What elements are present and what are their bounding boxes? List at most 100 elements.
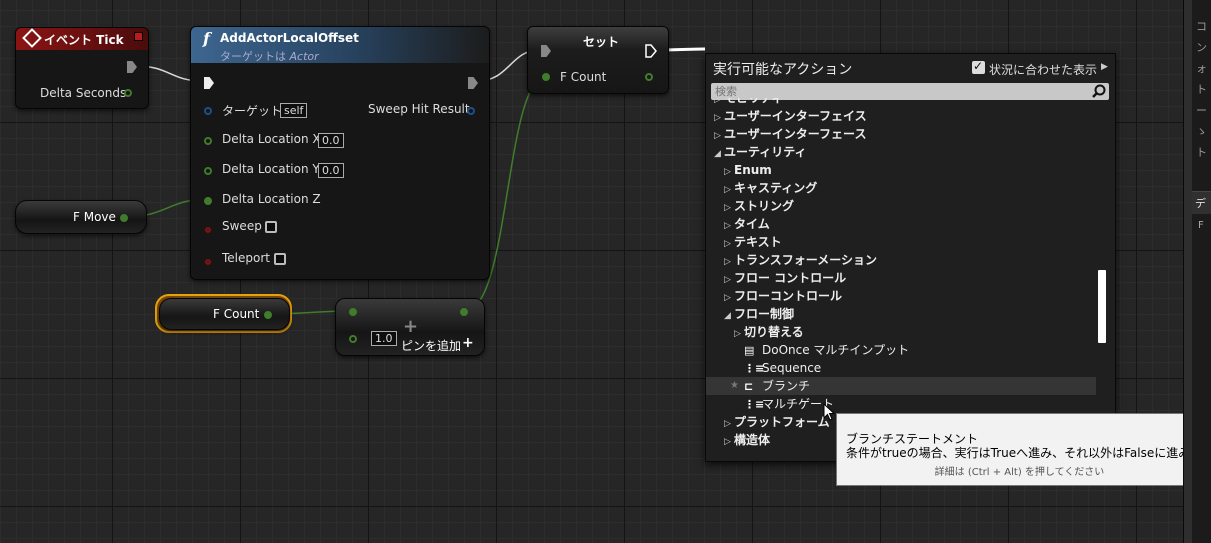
action-tree-item[interactable]: ◢ フロー制御 [706,305,1096,323]
exec-out-pin[interactable] [468,77,478,89]
teleport-pin[interactable] [205,259,211,265]
action-tree-item[interactable]: ▷ フロー コントロール [706,269,1096,287]
sweep-checkbox[interactable] [265,221,277,233]
action-menu-title: 実行可能なアクション [713,62,853,78]
panel-splitter[interactable] [1184,0,1192,543]
panel-section-label: デ [1195,197,1206,210]
action-tree-item[interactable]: ◢ ユーティリティ [706,143,1096,161]
favorite-star-icon[interactable]: ★ [730,377,739,395]
set-node[interactable]: セット F Count [527,26,669,94]
f-count-getter-node[interactable]: F Count [159,298,290,330]
action-tree-item-label: タイム [734,217,770,231]
delta-y-label: Delta Location Y [222,162,320,176]
action-menu[interactable]: 実行可能なアクション 状況に合わせた表示 ▶ ▷モビリティ▷ユーザーインターフェ… [705,53,1116,462]
add-actor-local-offset-node[interactable]: f AddActorLocalOffset ターゲットは Actor ターゲット… [190,26,490,280]
action-tree-item-label: ユーザーインターフェイス [724,109,867,123]
node-type-icon: ⋮≡ [744,398,765,411]
target-pin[interactable] [204,107,212,115]
action-tree-item-label: モビリティ [724,98,784,105]
action-tree-item[interactable]: ⋮≡マルチゲート [706,395,1096,413]
teleport-checkbox[interactable] [274,253,286,265]
exec-out-pin[interactable] [127,61,137,73]
delta-x-pin[interactable] [204,137,212,145]
f-count-getter-out-pin[interactable] [264,311,272,319]
f-count-in-pin[interactable] [542,73,550,81]
panel-char: ト [1196,146,1207,159]
panel-section-sub: F [1198,220,1204,231]
add-float-node[interactable]: + 1.0 ピンを追加 + [335,298,485,356]
mouse-cursor-icon [823,403,835,421]
delta-y-value[interactable]: 0.0 [318,163,344,178]
action-tree-item[interactable]: ⋮≡Sequence [706,359,1096,377]
delta-y-pin[interactable] [204,167,212,175]
panel-char: ゝ [1196,125,1207,138]
add-offset-subtitle: ターゲットは Actor [220,50,319,63]
action-tree-item[interactable]: ▷ トランスフォーメーション [706,251,1096,269]
delegate-pin-icon[interactable] [134,32,143,41]
action-tree-item[interactable]: ★ ⊏ ブランチ [706,377,1096,395]
sweep-hit-result-pin[interactable] [467,107,475,115]
action-tree-item-label: ユーティリティ [724,145,807,159]
function-icon: f [203,29,210,48]
delta-x-value[interactable]: 0.0 [318,133,344,148]
add-offset-header: f AddActorLocalOffset ターゲットは Actor [191,27,489,63]
action-tree-item[interactable]: ▷ フローコントロール [706,287,1096,305]
add-pin-plus-icon[interactable]: + [462,335,474,351]
action-tree-item-label: 切り替える [744,325,804,339]
collapsed-arrow-icon[interactable]: ▷ [724,433,734,451]
exec-in-pin[interactable] [541,45,551,57]
exec-out-pin[interactable] [645,44,657,58]
add-in-b-pin[interactable] [349,335,357,343]
teleport-label: Teleport [222,251,270,265]
f-move-out-pin[interactable] [120,214,128,222]
f-count-out-pin[interactable] [645,73,653,81]
target-self-value[interactable]: self [280,103,308,118]
panel-char: ォ [1196,62,1207,75]
action-tree-item[interactable]: ▤ DoOnce マルチインプット [706,341,1096,359]
action-tree-item-label: 構造体 [734,433,771,447]
exec-in-pin[interactable] [204,77,214,89]
context-sensitive-label[interactable]: 状況に合わせた表示 [989,61,1097,78]
action-tree-item[interactable]: ▷ ストリング [706,197,1096,215]
delta-seconds-pin[interactable] [124,89,132,97]
add-offset-title: AddActorLocalOffset [220,31,359,45]
details-panel[interactable]: コ ン ォ ト ー ゝ ト デ F [1183,0,1211,543]
action-tree[interactable]: ▷ モビリティ ▷ ユーザーインターフェイス ▷ ユーザーインターフェース ◢ ユーティリティ… [706,98,1096,458]
action-tree-item-label: フロー コントロール [734,271,847,285]
action-tree-item-label: フロー制御 [734,307,795,321]
action-tree-scrollbar[interactable] [1098,270,1106,343]
action-tree-item[interactable]: ▷ ユーザーインターフェース [706,125,1096,143]
delta-x-label: Delta Location X [222,132,321,146]
add-b-value[interactable]: 1.0 [371,331,397,346]
action-tree-item-label: Enum [734,163,772,177]
event-tick-title: イベント Tick [44,33,124,47]
sweep-pin[interactable] [205,227,211,233]
action-tree-item[interactable]: ▷ 切り替える [706,323,1096,341]
delta-z-pin[interactable] [204,197,212,205]
add-in-a-pin[interactable] [349,308,357,316]
action-tree-item[interactable]: ▷ キャスティング [706,179,1096,197]
action-tree-item[interactable]: ▷ ユーザーインターフェイス [706,107,1096,125]
f-move-getter-node[interactable]: F Move [15,200,147,234]
f-count-getter-label: F Count [213,307,260,321]
action-tree-item[interactable]: ▷ Enum [706,161,1096,179]
branch-tooltip: ブランチステートメント 条件がtrueの場合、実行はTrueへ進み、それ以外はF… [836,413,1211,486]
context-sensitive-checkbox[interactable] [972,59,985,74]
panel-clipped-text: コ ン ォ ト ー ゝ ト [1196,16,1207,163]
event-tick-header: イベント Tick [16,28,148,50]
context-arrow-icon[interactable]: ▶ [1101,62,1108,72]
add-pin-label[interactable]: ピンを追加 [401,337,461,354]
add-out-pin[interactable] [460,308,468,316]
action-tree-item[interactable]: ▷ タイム [706,215,1096,233]
action-tree-item-label: トランスフォーメーション [734,253,878,267]
target-label: ターゲット [222,104,283,118]
panel-section-header[interactable]: デ [1192,191,1211,214]
sweep-label: Sweep [222,219,262,233]
panel-char: コ [1196,20,1207,33]
node-type-icon: ⊏ [744,380,754,393]
action-tree-item-label: ストリング [734,199,795,213]
action-tree-item[interactable]: ▷ テキスト [706,233,1096,251]
action-tree-item[interactable]: ▷ モビリティ [706,98,1096,107]
event-tick-node[interactable]: イベント Tick Delta Seconds [15,27,149,109]
node-type-icon: ▤ [744,344,755,357]
